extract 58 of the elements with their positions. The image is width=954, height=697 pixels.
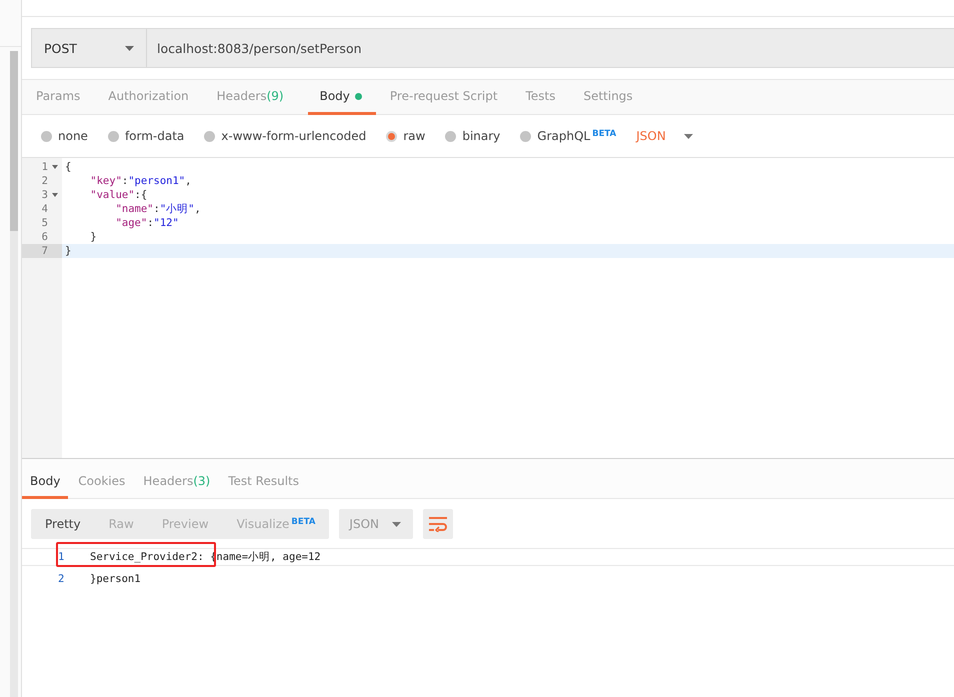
view-mode-tab[interactable]: Preview	[148, 517, 223, 531]
request-tab[interactable]: Headers(9)	[212, 80, 298, 115]
caret-icon	[684, 134, 693, 138]
code-line: }	[65, 245, 72, 257]
response-tab[interactable]: Headers(3)	[135, 466, 218, 499]
line-number: 6	[42, 231, 48, 243]
line-number: 4	[42, 203, 48, 215]
beta-label: BETA	[291, 517, 316, 527]
code-editor[interactable]: 1 2 3 4 5 6 7 { "key":"person1", "value":{ "name":"小明", "age":"12" } }	[22, 157, 954, 459]
radio-label[interactable]: none	[58, 129, 88, 143]
line-number: 5	[42, 217, 48, 229]
caret-icon	[392, 522, 402, 526]
view-mode-tab[interactable]: Pretty	[31, 517, 95, 531]
code-line: "value":{	[89, 189, 148, 201]
fold-arrow-icon[interactable]	[52, 193, 58, 197]
radio-button[interactable]	[108, 130, 119, 142]
wrap-lines-button[interactable]	[423, 509, 454, 539]
code-line: "age":"12"	[114, 217, 179, 229]
request-tab[interactable]: Settings	[579, 80, 647, 115]
request-tab[interactable]: Params	[32, 80, 94, 115]
line-number: 3	[42, 189, 48, 201]
line-number: 7	[42, 245, 48, 257]
response-tab[interactable]: Test Results	[220, 466, 308, 499]
line-number: 1	[57, 551, 66, 563]
response-tab[interactable]: Body	[22, 466, 68, 499]
request-tab[interactable]: Tests	[522, 80, 570, 115]
code-line: "name":"小明",	[114, 203, 201, 215]
fold-arrow-icon[interactable]	[52, 165, 58, 169]
beta-label: BETA	[592, 129, 616, 139]
request-tab[interactable]: Body	[308, 80, 376, 115]
line-number: 1	[42, 161, 48, 173]
scrollbar-thumb[interactable]	[10, 51, 18, 231]
radio-button[interactable]	[204, 130, 216, 142]
line-number: 2	[42, 175, 48, 187]
radio-label[interactable]: binary	[462, 129, 500, 143]
request-tab[interactable]: Authorization	[104, 80, 203, 115]
response-line: }person1	[90, 573, 141, 585]
radio-label[interactable]: GraphQL	[537, 129, 590, 143]
radio-label[interactable]: raw	[403, 129, 426, 143]
view-mode-tab[interactable]: Visualize $^{BETA}$	[222, 517, 330, 531]
response-tab[interactable]: Cookies	[70, 466, 134, 499]
radio-button[interactable]	[386, 130, 398, 142]
view-mode-tab[interactable]: Raw	[94, 517, 148, 531]
radio-button[interactable]	[41, 130, 52, 142]
tab-count: (3)	[193, 474, 210, 488]
code-line: }	[89, 231, 97, 243]
radio-label[interactable]: x-www-form-urlencoded	[221, 129, 366, 143]
format-dropdown[interactable]: JSON	[636, 129, 693, 143]
code-line: "key":"person1",	[89, 175, 192, 187]
format-dropdown[interactable]: JSON	[339, 509, 414, 539]
line-number: 2	[57, 573, 66, 585]
radio-button[interactable]	[520, 130, 532, 142]
wrap-icon	[428, 516, 448, 532]
radio-button[interactable]	[445, 130, 456, 142]
radio-label[interactable]: form-data	[124, 129, 184, 143]
tab-count: (9)	[266, 89, 284, 103]
code-line: {	[65, 161, 72, 173]
request-tab[interactable]: Pre-request Script	[386, 80, 512, 115]
